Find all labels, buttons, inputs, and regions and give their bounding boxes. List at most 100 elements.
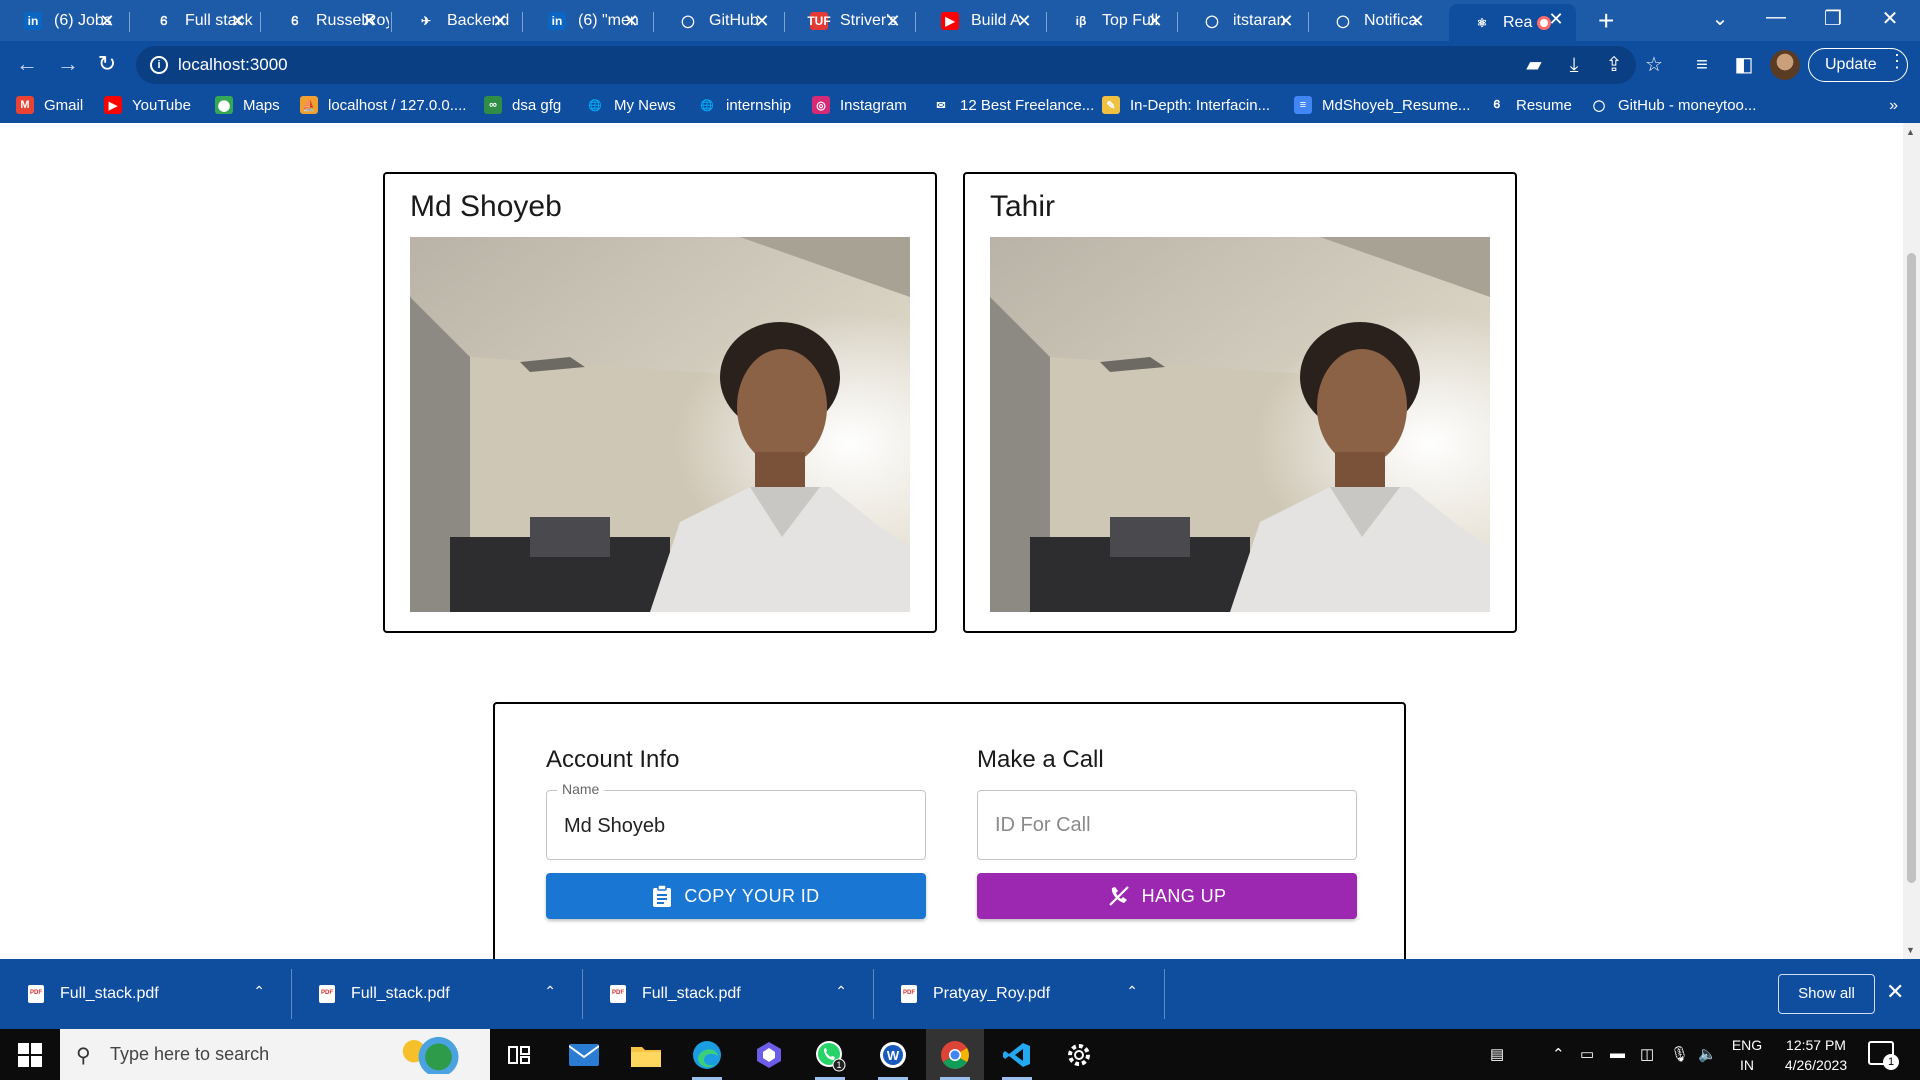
bookmark-item[interactable]: ⬤ Maps (215, 96, 280, 114)
browser-tab[interactable]: in (6) "men ✕ (524, 6, 651, 36)
meet-now-icon[interactable]: ◫ (1640, 1045, 1654, 1063)
show-all-downloads-button[interactable]: Show all (1778, 974, 1875, 1014)
close-tab-icon[interactable]: ✕ (1407, 11, 1427, 31)
bookmark-item[interactable]: M Gmail (16, 96, 83, 114)
volume-icon[interactable]: 🔈 (1698, 1045, 1717, 1063)
back-button[interactable]: ← (13, 51, 41, 77)
notification-center-icon[interactable]: 1 (1868, 1041, 1899, 1070)
copilot-icon[interactable] (740, 1029, 798, 1080)
close-window-button[interactable]: ✕ (1870, 6, 1910, 31)
scroll-down-icon[interactable]: ▼ (1906, 945, 1915, 955)
language-indicator[interactable]: ENG IN (1728, 1035, 1766, 1075)
call-id-input[interactable] (978, 791, 1356, 859)
network-icon[interactable]: ▭ (1580, 1045, 1594, 1063)
profile-avatar[interactable] (1770, 50, 1800, 80)
bookmark-star-icon[interactable]: ☆ (1640, 52, 1668, 78)
close-tab-icon[interactable]: ✕ (1546, 9, 1566, 29)
name-field[interactable]: Name Md Shoyeb (546, 781, 926, 860)
bookmark-item[interactable]: ◎ Instagram (812, 96, 907, 114)
reading-list-icon[interactable]: ≡ (1688, 52, 1716, 78)
bookmark-item[interactable]: ✎ In-Depth: Interfacin... (1102, 96, 1270, 114)
bookmark-item[interactable]: ▶ YouTube (104, 96, 191, 114)
close-tab-icon[interactable]: ✕ (1145, 11, 1165, 31)
minimize-button[interactable]: — (1756, 6, 1796, 29)
tab-search-chevron-icon[interactable]: ⌄ (1700, 6, 1740, 31)
side-panel-icon[interactable]: ◧ (1730, 52, 1758, 78)
taskbar-search-box[interactable]: ⚲ Type here to search (60, 1029, 490, 1080)
bookmark-item[interactable]: 🌐 My News (586, 96, 676, 114)
show-hidden-icons-chevron-icon[interactable]: ⌃ (1552, 1045, 1565, 1063)
name-field-value[interactable]: Md Shoyeb (564, 815, 665, 838)
menu-dots-icon[interactable]: ⋮ (1888, 51, 1906, 72)
close-tab-icon[interactable]: ✕ (490, 11, 510, 31)
settings-gear-icon[interactable] (1050, 1029, 1108, 1080)
browser-tab[interactable]: ▶ Build A ✕ (917, 6, 1044, 36)
task-view-icon[interactable] (490, 1029, 548, 1080)
browser-tab[interactable]: ✈ Backend ✕ (393, 6, 520, 36)
bookmark-item[interactable]: 🌐 internship (698, 96, 791, 114)
browser-tab[interactable]: ⚛ Rea ✕ (1449, 4, 1576, 41)
page-scrollbar[interactable]: ▲ ▼ (1903, 123, 1920, 959)
restore-button[interactable]: ❐ (1813, 6, 1853, 31)
browser-tab[interactable]: iβ Top Full ✕ (1048, 6, 1175, 36)
camera-icon[interactable]: ▰ (1520, 52, 1548, 78)
site-info-icon[interactable]: i (150, 56, 168, 74)
install-app-icon[interactable]: ⤓ (1560, 52, 1588, 78)
bookmark-item[interactable]: ✉ 12 Best Freelance... (932, 96, 1094, 114)
address-bar[interactable]: i localhost:3000 (136, 46, 1636, 84)
share-icon[interactable]: ⇪ (1600, 52, 1628, 78)
mail-icon[interactable] (555, 1029, 613, 1080)
windows-start-button[interactable] (18, 1043, 42, 1067)
download-item[interactable]: Full_stack.pdf ⌃ (0, 959, 291, 1029)
microphone-icon[interactable]: 🎙 (1670, 1045, 1689, 1063)
taskbar-clock[interactable]: 12:57 PM 4/26/2023 (1768, 1035, 1864, 1075)
download-options-chevron-icon[interactable]: ⌃ (544, 983, 556, 1000)
scrollbar-thumb[interactable] (1907, 253, 1916, 883)
close-tab-icon[interactable]: ✕ (97, 11, 117, 31)
address-url[interactable]: localhost:3000 (178, 55, 288, 75)
chrome-icon[interactable] (926, 1029, 984, 1080)
browser-tab[interactable]: in (6) Jobs ✕ (0, 6, 127, 36)
close-tab-icon[interactable]: ✕ (228, 11, 248, 31)
close-tab-icon[interactable]: ✕ (359, 11, 379, 31)
close-tab-icon[interactable]: ✕ (883, 11, 903, 31)
close-tab-icon[interactable]: ✕ (1014, 11, 1034, 31)
new-tab-button[interactable]: + (1598, 7, 1614, 35)
bookmark-item[interactable]: ◯ GitHub - moneytoo... (1590, 96, 1757, 114)
bookmark-item[interactable]: ⛵ localhost / 127.0.0.... (300, 96, 466, 114)
browser-tab[interactable]: ◯ itstaran ✕ (1179, 6, 1306, 36)
search-highlight-icon[interactable] (400, 1036, 470, 1074)
vscode-icon[interactable] (988, 1029, 1046, 1080)
more-bookmarks-icon[interactable]: » (1889, 97, 1898, 115)
hang-up-button[interactable]: HANG UP (977, 873, 1357, 919)
copy-id-button[interactable]: COPY YOUR ID (546, 873, 926, 919)
close-downloads-icon[interactable]: ✕ (1886, 979, 1904, 1005)
reload-button[interactable]: ↻ (93, 51, 121, 77)
bookmark-item[interactable]: Ꮾ Resume (1488, 96, 1572, 114)
edge-icon[interactable] (678, 1029, 736, 1080)
call-id-field[interactable] (977, 790, 1357, 860)
close-tab-icon[interactable]: ✕ (1276, 11, 1296, 31)
browser-tab[interactable]: TUF Striver's ✕ (786, 6, 913, 36)
browser-tab[interactable]: Ꮾ Full stack ✕ (131, 6, 258, 36)
battery-icon[interactable]: ▬ (1610, 1045, 1625, 1062)
browser-tab[interactable]: ◯ GitHub ✕ (655, 6, 782, 36)
forward-button[interactable]: → (54, 51, 82, 77)
download-item[interactable]: Pratyay_Roy.pdf ⌃ (873, 959, 1164, 1029)
download-options-chevron-icon[interactable]: ⌃ (835, 983, 847, 1000)
bookmark-item[interactable]: ≡ MdShoyeb_Resume... (1294, 96, 1470, 114)
word-icon[interactable]: W (864, 1029, 922, 1080)
browser-tab[interactable]: Ꮾ RusselRoy ✕ (262, 6, 389, 36)
bookmark-item[interactable]: ∞ dsa gfg (484, 96, 561, 114)
browser-tab[interactable]: ◯ Notifica ✕ (1310, 6, 1437, 36)
close-tab-icon[interactable]: ✕ (752, 11, 772, 31)
close-tab-icon[interactable]: ✕ (621, 11, 641, 31)
download-item[interactable]: Full_stack.pdf ⌃ (582, 959, 873, 1029)
download-item[interactable]: Full_stack.pdf ⌃ (291, 959, 582, 1029)
scroll-up-icon[interactable]: ▲ (1906, 127, 1915, 137)
download-options-chevron-icon[interactable]: ⌃ (253, 983, 265, 1000)
whatsapp-icon[interactable]: 1 (801, 1029, 859, 1080)
download-options-chevron-icon[interactable]: ⌃ (1126, 983, 1138, 1000)
file-explorer-icon[interactable] (617, 1029, 675, 1080)
news-widget-icon[interactable]: ▤ (1490, 1045, 1504, 1063)
